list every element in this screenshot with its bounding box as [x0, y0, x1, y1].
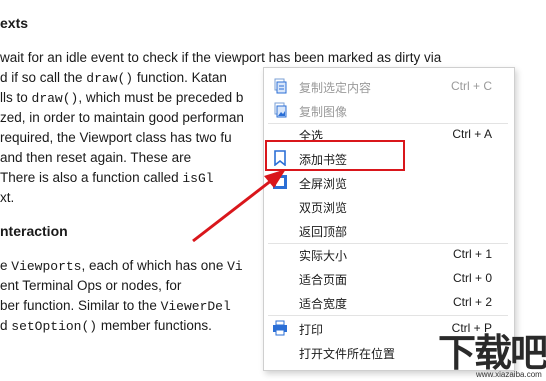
watermark-text: 下载吧 [438, 331, 546, 375]
watermark-url: www.xiazaiba.com [476, 370, 542, 379]
